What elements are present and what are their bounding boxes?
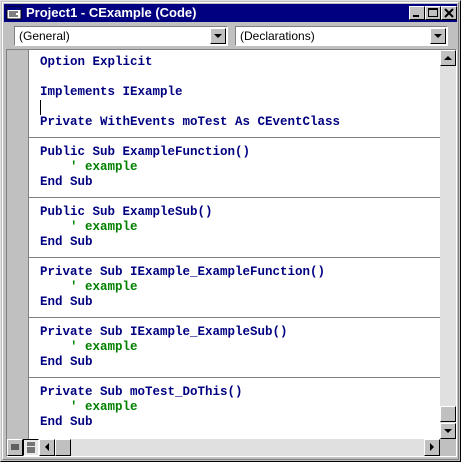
code-line: Public Sub ExampleFunction() — [40, 145, 251, 159]
code-line: Private Sub IExample_ExampleFunction() — [40, 265, 326, 279]
code-editor: Option Explicit Implements IExample Privat… — [6, 49, 457, 457]
code-line: Private Sub IExample_ExampleSub() — [40, 325, 288, 339]
code-comment-line: ' example — [40, 280, 138, 294]
procedure-separator — [29, 317, 440, 318]
title-bar[interactable]: Project1 - CExample (Code) — [4, 4, 457, 22]
object-combo[interactable]: (General) — [14, 26, 228, 46]
code-comment-line: ' example — [40, 160, 138, 174]
procedure-separator — [29, 377, 440, 378]
code-window-icon[interactable] — [6, 5, 22, 21]
procedure-combo-dropdown-button[interactable] — [430, 28, 446, 44]
code-line: Option Explicit — [40, 55, 153, 69]
arrow-down-icon — [444, 429, 452, 433]
maximize-button[interactable] — [425, 6, 441, 20]
code-line: Public Sub ExampleSub() — [40, 205, 213, 219]
code-pane[interactable]: Option Explicit Implements IExample Privat… — [29, 50, 440, 439]
procedure-separator — [29, 257, 440, 258]
horizontal-scroll-thumb[interactable] — [55, 439, 71, 456]
object-combo-dropdown-button[interactable] — [210, 28, 226, 44]
object-combo-value: (General) — [19, 29, 70, 43]
arrow-right-icon — [430, 443, 434, 451]
vertical-scrollbar[interactable] — [440, 50, 456, 439]
chevron-down-icon — [214, 34, 222, 38]
full-module-view-icon — [27, 442, 35, 453]
code-window: Project1 - CExample (Code) (General) (De… — [0, 0, 461, 462]
procedure-combo[interactable]: (Declarations) — [235, 26, 448, 46]
vertical-scroll-thumb[interactable] — [440, 406, 456, 422]
scroll-up-button[interactable] — [440, 50, 456, 66]
code-comment-line: ' example — [40, 340, 138, 354]
arrow-left-icon — [45, 443, 49, 451]
maximize-icon — [428, 8, 438, 17]
code-comment-line: ' example — [40, 220, 138, 234]
code-line: End Sub — [40, 295, 93, 309]
window-title: Project1 - CExample (Code) — [26, 5, 197, 20]
minimize-button[interactable] — [409, 6, 425, 20]
code-line: End Sub — [40, 235, 93, 249]
scroll-right-button[interactable] — [424, 439, 440, 456]
scroll-left-button[interactable] — [39, 439, 55, 456]
text-caret — [40, 100, 41, 115]
procedure-separator — [29, 137, 440, 138]
code-line: End Sub — [40, 415, 93, 429]
procedure-combo-value: (Declarations) — [240, 29, 315, 43]
code-line: Private WithEvents moTest As CEventClass — [40, 115, 341, 129]
margin-indicator-bar[interactable] — [7, 50, 29, 439]
full-module-view-button[interactable] — [23, 439, 39, 456]
code-line: End Sub — [40, 355, 93, 369]
procedure-view-icon — [11, 444, 19, 450]
close-icon — [444, 8, 454, 18]
procedure-separator — [29, 197, 440, 198]
minimize-icon — [413, 15, 419, 17]
horizontal-scrollbar[interactable] — [7, 439, 440, 456]
scroll-down-button[interactable] — [440, 423, 456, 439]
code-line: End Sub — [40, 175, 93, 189]
procedure-view-button[interactable] — [7, 439, 23, 456]
chevron-down-icon — [434, 34, 442, 38]
arrow-up-icon — [444, 56, 452, 60]
code-comment-line: ' example — [40, 400, 138, 414]
code-line: Private Sub moTest_DoThis() — [40, 385, 243, 399]
close-button[interactable] — [441, 6, 457, 20]
code-line: Implements IExample — [40, 85, 183, 99]
scrollbar-corner — [440, 439, 456, 456]
